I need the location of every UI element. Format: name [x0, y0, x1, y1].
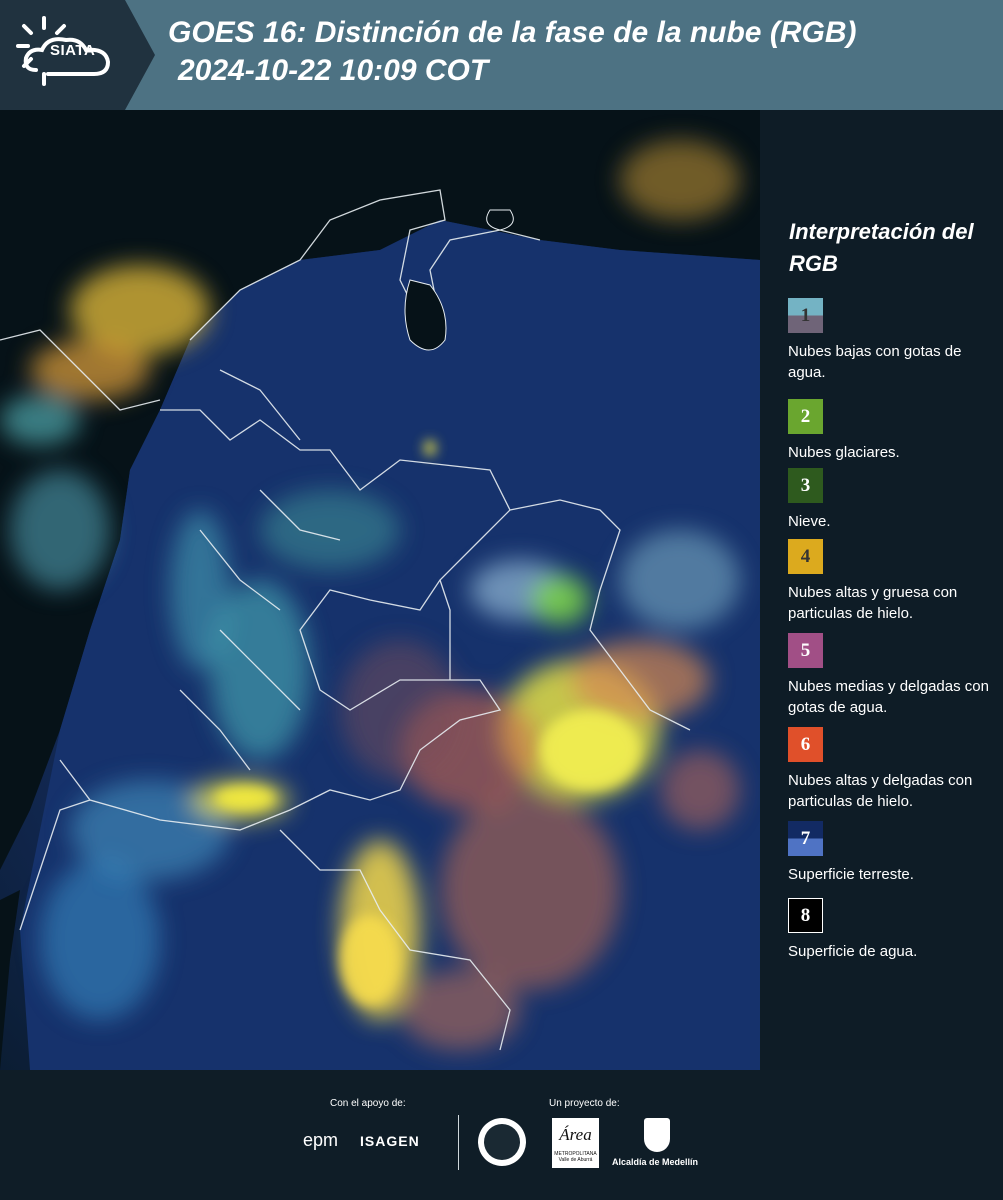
- satellite-map: [0, 110, 760, 1070]
- legend-swatch-1: 1: [788, 298, 823, 333]
- legend-swatch-6: 6: [788, 727, 823, 762]
- legend-swatch-8: 8: [788, 898, 823, 933]
- amva-logo-text: Área: [559, 1125, 592, 1144]
- legend-label-1: Nubes bajas con gotas de agua.: [788, 343, 962, 381]
- footer-divider: [458, 1115, 459, 1170]
- amva-logo-subtext: METROPOLITANA Valle de Aburrá: [554, 1151, 597, 1163]
- logo-text: SIATA: [50, 42, 96, 59]
- medellin-shield-icon: [644, 1118, 670, 1152]
- seal-logo: [478, 1118, 526, 1166]
- legend-label-6: Nubes altas y delgadas con particulas de…: [788, 772, 973, 810]
- legend-label-5: Nubes medias y delgadas con gotas de agu…: [788, 678, 989, 716]
- support-label: Con el apoyo de:: [330, 1098, 406, 1109]
- legend-label-8: Superficie de agua.: [788, 943, 918, 960]
- timestamp: 2024-10-22 10:09 COT: [178, 54, 489, 87]
- legend-label-2: Nubes glaciares.: [788, 444, 900, 461]
- legend-panel: Interpretación del RGB 1 Nubes bajas con …: [760, 110, 1003, 1070]
- header-bar: SIATA GOES 16: Distinción de la fase de …: [0, 0, 1003, 110]
- legend-swatch-7: 7: [788, 821, 823, 856]
- project-label: Un proyecto de:: [549, 1098, 620, 1109]
- amva-logo: Área METROPOLITANA Valle de Aburrá: [552, 1118, 599, 1168]
- footer: Con el apoyo de: Un proyecto de: epm ISA…: [0, 1070, 1003, 1200]
- page-title: GOES 16: Distinción de la fase de la nub…: [168, 16, 857, 49]
- legend-swatch-3: 3: [788, 468, 823, 503]
- siata-logo: SIATA: [0, 0, 155, 110]
- legend-title: Interpretación del RGB: [789, 219, 974, 276]
- isagen-logo: ISAGEN: [360, 1133, 420, 1149]
- epm-logo: epm: [303, 1130, 339, 1150]
- legend-label-4: Nubes altas y gruesa con particulas de h…: [788, 584, 958, 622]
- satellite-image: [0, 110, 760, 1070]
- medellin-label: Alcaldía de Medellín: [612, 1157, 699, 1167]
- legend-label-3: Nieve.: [788, 513, 831, 530]
- legend-swatch-5: 5: [788, 633, 823, 668]
- legend-label-7: Superficie terreste.: [788, 866, 914, 883]
- legend-swatch-2: 2: [788, 399, 823, 434]
- legend-swatch-4: 4: [788, 539, 823, 574]
